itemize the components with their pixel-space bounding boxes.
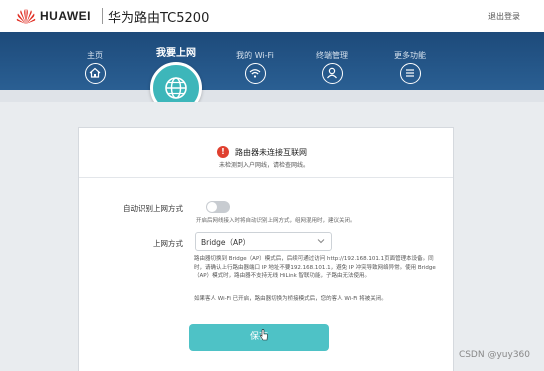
nav-item-more[interactable]: 更多功能	[380, 32, 440, 84]
chevron-down-icon	[317, 239, 325, 244]
description-text: 路由器切换到 Bridge（AP）模式后，后续可通过访问 http://192.…	[194, 256, 436, 279]
save-button[interactable]: 保存	[189, 324, 329, 351]
nav-item-home[interactable]: 主页	[65, 32, 125, 84]
alert-title: 路由器未连接互联网	[235, 148, 307, 157]
access-mode-description: 路由器切换到 Bridge（AP）模式后，后续可通过访问 http://192.…	[194, 255, 444, 281]
alert-icon: !	[217, 146, 229, 158]
auto-detect-label: 自动识别上网方式	[123, 204, 183, 213]
nav-item-label: 主页	[87, 51, 103, 60]
menu-icon	[399, 63, 421, 84]
wifi-icon	[244, 63, 266, 84]
nav-item-label: 更多功能	[394, 51, 426, 60]
logout-link[interactable]: 退出登录	[488, 11, 520, 22]
nav-item-devices[interactable]: 终端管理	[302, 32, 362, 84]
nav-item-label: 终端管理	[316, 51, 348, 60]
top-header: HUAWEI 华为路由TC5200 退出登录	[0, 0, 544, 32]
huawei-logo	[16, 9, 36, 24]
nav-item-label: 我要上网	[156, 48, 196, 59]
product-name: 华为路由TC5200	[108, 11, 210, 26]
nav-item-label: 我的 Wi-Fi	[236, 51, 274, 60]
auto-detect-hint: 开启后网线接入时将自动识别上网方式，组网混用时，建议关闭。	[196, 218, 356, 224]
access-mode-value: Bridge（AP）	[201, 238, 251, 247]
auto-detect-toggle[interactable]	[206, 201, 230, 213]
toggle-knob	[207, 202, 217, 212]
home-icon	[84, 63, 106, 84]
user-icon	[321, 63, 343, 84]
guest-wifi-note: 如果客人 Wi-Fi 已开启，路由器切换为桥接模式后，您的客人 Wi-Fi 将被…	[194, 296, 387, 302]
hand-cursor-icon	[260, 329, 268, 341]
brand-name: HUAWEI	[40, 9, 91, 23]
connection-alert: ! 路由器未连接互联网 未检测到入户网线，请检查网线。	[79, 128, 453, 178]
nav-bottom-strip	[0, 90, 544, 102]
header-divider	[102, 8, 103, 24]
access-mode-label: 上网方式	[153, 239, 183, 248]
alert-subtitle: 未检测到入户网线，请检查网线。	[219, 162, 310, 169]
csdn-watermark: CSDN @yuy360	[458, 350, 530, 360]
nav-item-internet[interactable]: 我要上网	[146, 32, 206, 59]
nav-item-wifi[interactable]: 我的 Wi-Fi	[225, 32, 285, 84]
access-mode-select[interactable]: Bridge（AP）	[195, 232, 332, 251]
